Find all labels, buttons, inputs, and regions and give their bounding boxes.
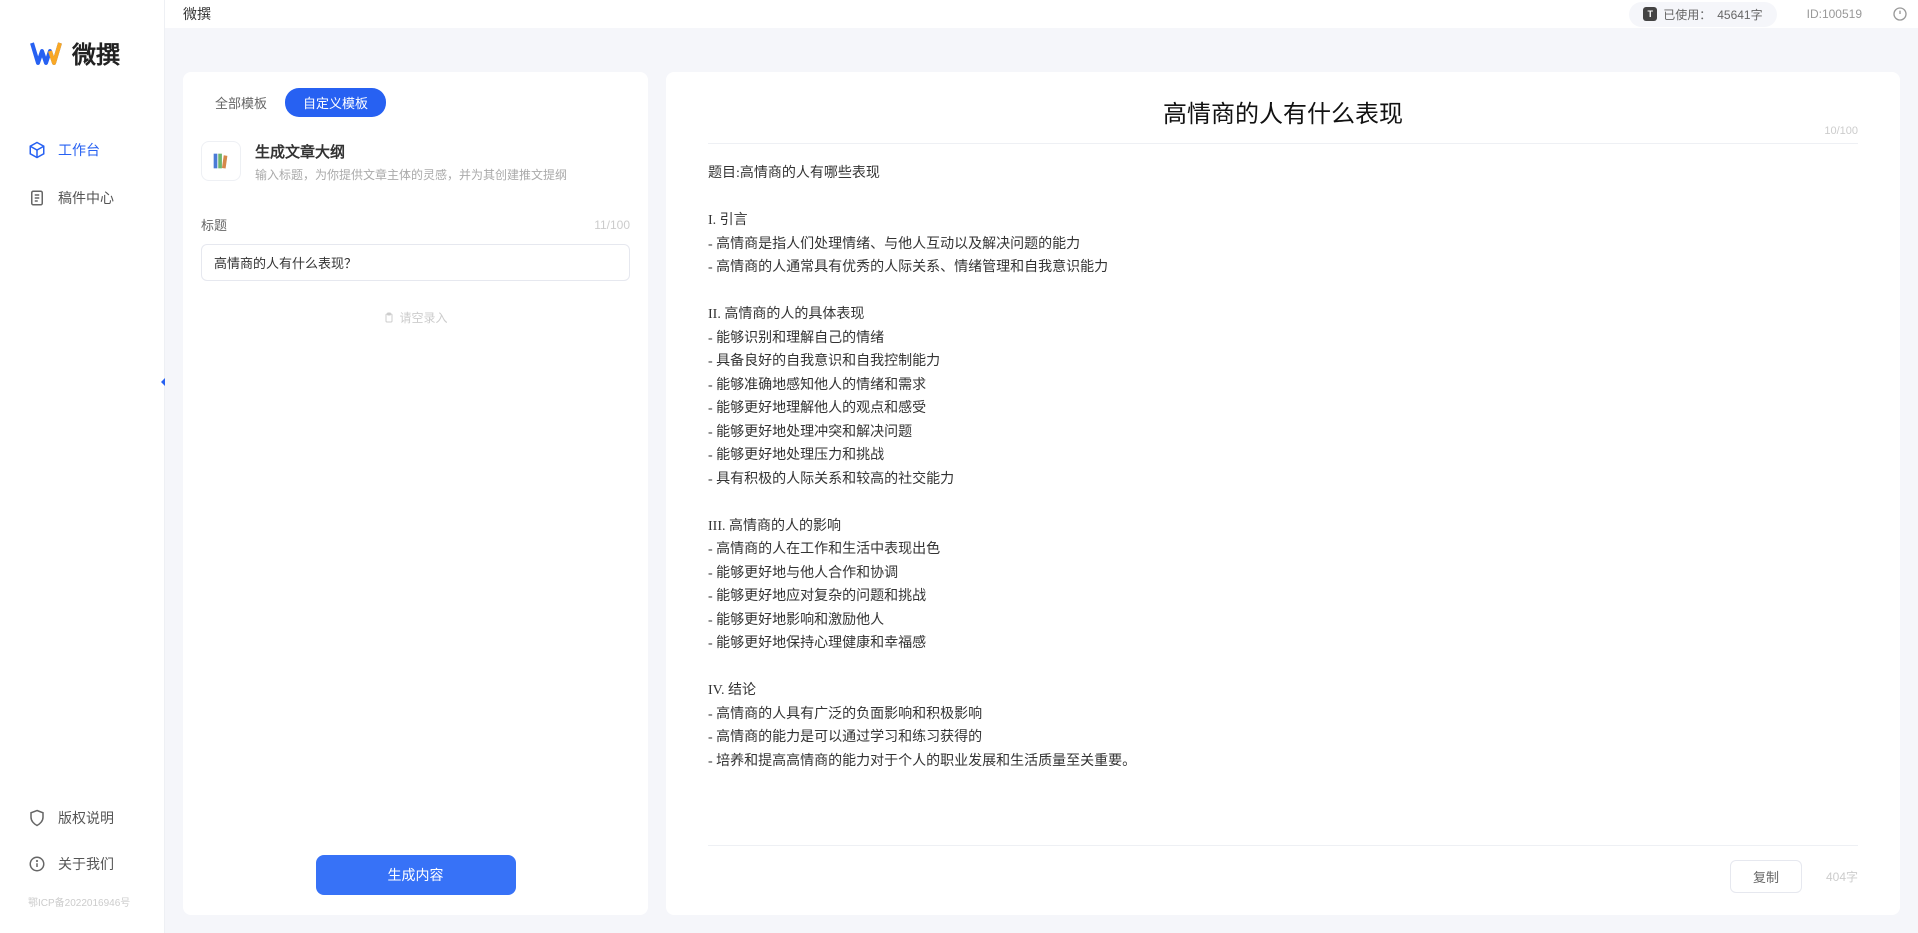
generate-button[interactable]: 生成内容	[316, 855, 516, 895]
nav-label: 工作台	[58, 140, 100, 160]
template-header: 生成文章大纲 输入标题，为你提供文章主体的灵感，并为其创建推文提纲	[183, 117, 648, 191]
info-icon	[28, 855, 46, 873]
sidebar-collapse-button[interactable]	[156, 375, 170, 389]
title-label: 标题	[201, 215, 227, 234]
output-content[interactable]: 题目:高情商的人有哪些表现 I. 引言 - 高情商是指人们处理情绪、与他人互动以…	[708, 162, 1858, 846]
nav-workspace[interactable]: 工作台	[0, 130, 164, 170]
output-panel: 高情商的人有什么表现 10/100 题目:高情商的人有哪些表现 I. 引言 - …	[666, 72, 1900, 915]
tip-text: 请空录入	[399, 309, 447, 326]
brand-icon	[30, 37, 62, 69]
usage-badge[interactable]: T 已使用： 45641字	[1629, 2, 1776, 27]
about-link[interactable]: 关于我们	[0, 844, 164, 884]
template-tabs: 全部模板 自定义模板	[183, 72, 648, 117]
brand-name: 微撰	[72, 35, 120, 70]
icp-number: 鄂ICP备2022016946号	[0, 890, 164, 913]
output-header: 高情商的人有什么表现 10/100	[708, 94, 1858, 144]
nav-label: 稿件中心	[58, 188, 114, 208]
tab-all-templates[interactable]: 全部模板	[197, 88, 285, 117]
template-info: 生成文章大纲 输入标题，为你提供文章主体的灵感，并为其创建推文提纲	[255, 141, 567, 183]
output-footer: 复制 404字	[708, 860, 1858, 893]
brand-logo: 微撰	[0, 0, 164, 100]
output-title-count: 10/100	[1824, 125, 1858, 137]
copyright-link[interactable]: 版权说明	[0, 798, 164, 838]
tab-custom-templates[interactable]: 自定义模板	[285, 88, 386, 117]
header-right: T 已使用： 45641字 ID:100519	[1629, 2, 1908, 27]
usage-value: 45641字	[1717, 6, 1762, 23]
cube-icon	[28, 141, 46, 159]
bottom-label: 关于我们	[58, 854, 114, 874]
template-desc: 输入标题，为你提供文章主体的灵感，并为其创建推文提纲	[255, 166, 567, 183]
title-char-count: 11/100	[594, 218, 630, 232]
title-input[interactable]	[201, 244, 630, 281]
header-title: 微撰	[183, 4, 211, 24]
paste-icon	[383, 312, 395, 324]
sidebar: 微撰 工作台 稿件中心 版权说明 关于我们 鄂ICP	[0, 0, 165, 933]
bottom-label: 版权说明	[58, 808, 114, 828]
form-section: 标题 11/100 请空录入	[183, 191, 648, 350]
template-title: 生成文章大纲	[255, 141, 567, 162]
output-word-count: 404字	[1826, 868, 1858, 885]
document-icon	[28, 189, 46, 207]
sidebar-bottom: 版权说明 关于我们 鄂ICP备2022016946号	[0, 798, 164, 913]
power-icon[interactable]	[1892, 6, 1908, 22]
label-row: 标题 11/100	[201, 215, 630, 234]
tip-row: 请空录入	[201, 309, 630, 326]
main-area: 全部模板 自定义模板 生成文章大纲 输入标题，为你提供文章主体的灵感，并为其创建…	[165, 28, 1918, 933]
shield-icon	[28, 809, 46, 827]
books-icon	[201, 141, 241, 181]
nav-list: 工作台 稿件中心	[0, 100, 164, 256]
user-id: ID:100519	[1807, 7, 1862, 21]
output-title: 高情商的人有什么表现	[708, 94, 1858, 129]
usage-label: 已使用：	[1663, 6, 1711, 23]
input-panel: 全部模板 自定义模板 生成文章大纲 输入标题，为你提供文章主体的灵感，并为其创建…	[183, 72, 648, 915]
text-t-icon: T	[1643, 7, 1657, 21]
top-header: 微撰 T 已使用： 45641字 ID:100519	[165, 0, 1918, 28]
copy-button[interactable]: 复制	[1730, 860, 1802, 893]
nav-drafts[interactable]: 稿件中心	[0, 178, 164, 218]
